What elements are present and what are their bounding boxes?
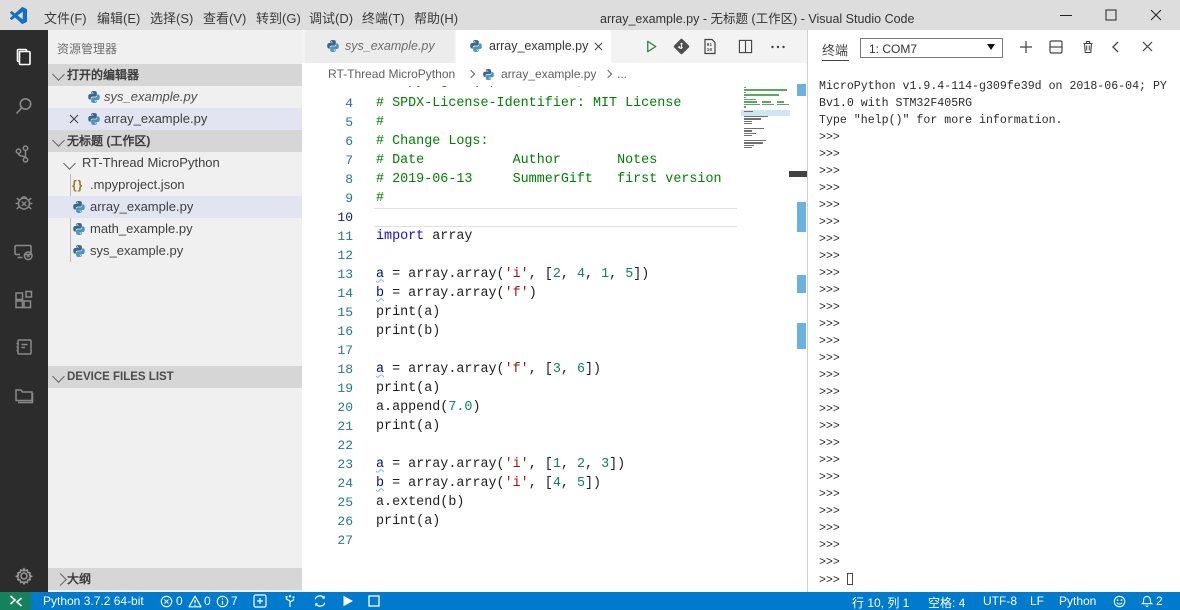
- svg-text:10: 10: [707, 47, 713, 53]
